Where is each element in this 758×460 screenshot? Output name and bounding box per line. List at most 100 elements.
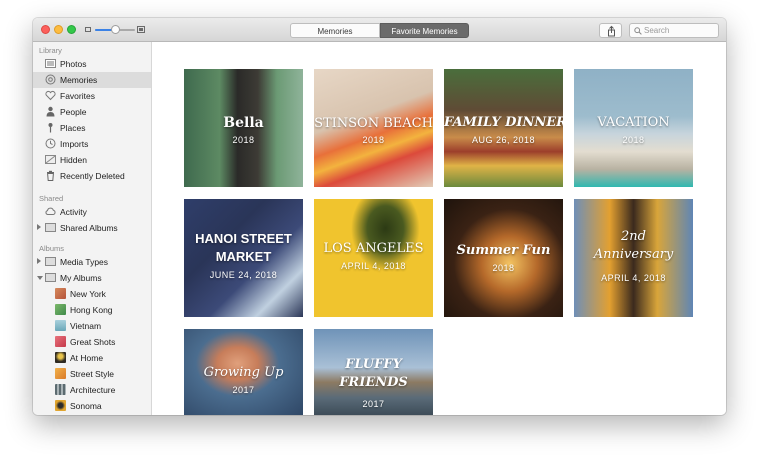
memory-card-summer-fun[interactable]: Summer Fun 2018 [444,199,563,317]
memory-card-growing-up[interactable]: Growing Up 2017 [184,329,303,415]
minimize-button[interactable] [54,25,63,34]
sidebar-item-label: New York [70,289,106,299]
memory-card-stinson-beach[interactable]: STINSON BEACH 2018 [314,69,433,187]
memory-title-line2: MARKET [215,249,272,264]
pin-icon [48,123,53,133]
person-icon [46,106,55,117]
memory-card-hanoi-street-market[interactable]: HANOI STREET MARKET JUNE 24, 2018 [184,199,303,317]
album-thumbnail [55,304,66,315]
hidden-icon [45,155,56,164]
sidebar-item-label: Great Shots [70,337,116,347]
sidebar-item-favorites[interactable]: Favorites [33,88,151,104]
memory-title: FLUFFY [345,357,402,372]
memory-card-vacation[interactable]: VACATION 2018 [574,69,693,187]
album-thumbnail [55,384,66,395]
photos-window: Memories Favorite Memories Library Photo… [33,18,726,415]
memory-card-family-dinner[interactable]: FAMILY DINNER AUG 26, 2018 [444,69,563,187]
memory-title-line2: Anniversary [593,247,674,262]
memory-title: STINSON BEACH [314,116,433,131]
fullscreen-button[interactable] [67,25,76,34]
sidebar-item-architecture[interactable]: Architecture [33,382,151,398]
zoom-slider-knob[interactable] [111,25,120,34]
zoom-in-icon[interactable] [137,26,145,33]
sidebar-item-shared-albums[interactable]: Shared Albums [33,220,151,236]
memory-date: JUNE 24, 2018 [209,270,278,280]
album-thumbnail [55,400,66,411]
sidebar-item-street-style[interactable]: Street Style [33,366,151,382]
tab-favorite-memories[interactable]: Favorite Memories [380,23,469,38]
album-thumbnail [55,352,66,363]
sidebar-item-label: Memories [60,75,98,85]
sidebar-item-label: Street Style [70,369,114,379]
sidebar-item-new-york[interactable]: New York [33,286,151,302]
memory-title: Bella [223,115,264,131]
clock-icon [45,138,56,149]
sidebar-item-people[interactable]: People [33,104,151,120]
sidebar-item-label: Recently Deleted [60,171,125,181]
sidebar-item-hidden[interactable]: Hidden [33,152,151,168]
sidebar-item-label: Activity [60,207,87,217]
sidebar-item-label: Vietnam [70,321,102,331]
sidebar: Library Photos Memories Favorites People… [33,42,152,415]
photos-icon [45,59,56,68]
close-button[interactable] [41,25,50,34]
memory-title: VACATION [597,115,670,130]
sidebar-item-label: Places [60,123,86,133]
disclosure-triangle[interactable] [37,224,41,230]
disclosure-triangle[interactable] [37,258,41,264]
sidebar-item-label: Imports [60,139,89,149]
memory-date: 2018 [362,135,385,145]
sidebar-item-label: Media Types [60,257,109,267]
search-input[interactable] [644,24,716,37]
memory-date: APRIL 4, 2018 [341,261,406,271]
section-header-albums: Albums [39,244,65,253]
memory-date: 2017 [362,399,385,409]
memory-date: APRIL 4, 2018 [601,273,666,283]
sidebar-item-label: Favorites [60,91,95,101]
sidebar-item-media-types[interactable]: Media Types [33,254,151,270]
sidebar-item-great-shots[interactable]: Great Shots [33,334,151,350]
memories-grid: Bella 2018 STINSON BEACH 2018 FAMILY DIN… [152,42,726,415]
memory-card-los-angeles[interactable]: LOS ANGELES APRIL 4, 2018 [314,199,433,317]
sidebar-item-vietnam[interactable]: Vietnam [33,318,151,334]
zoom-out-icon[interactable] [85,27,91,32]
sidebar-item-label: My Albums [60,273,102,283]
sidebar-item-at-home[interactable]: At Home [33,350,151,366]
sidebar-item-sonoma[interactable]: Sonoma [33,398,151,414]
album-thumbnail [55,288,66,299]
sidebar-item-activity[interactable]: Activity [33,204,151,220]
memory-title: HANOI STREET [195,231,292,246]
sidebar-item-label: Architecture [70,385,116,395]
sidebar-item-label: Sonoma [70,401,102,411]
memory-date: 2018 [622,135,645,145]
memory-title: Growing Up [203,365,284,380]
sidebar-item-places[interactable]: Places [33,120,151,136]
memory-title: LOS ANGELES [323,241,424,256]
sidebar-item-memories[interactable]: Memories [33,72,151,88]
sidebar-item-imports[interactable]: Imports [33,136,151,152]
disclosure-triangle[interactable] [37,276,43,280]
sidebar-item-photos[interactable]: Photos [33,56,151,72]
tab-memories[interactable]: Memories [290,23,380,38]
memory-date: 2018 [232,135,255,145]
share-button[interactable] [599,23,622,38]
sidebar-item-label: People [60,107,87,117]
search-field[interactable] [629,23,719,38]
memory-date: 2018 [492,263,515,273]
memory-title-line2: FRIENDS [339,375,408,390]
memory-title: 2nd [621,229,646,244]
memory-title: FAMILY DINNER [444,115,563,130]
sidebar-item-hong-kong[interactable]: Hong Kong [33,302,151,318]
memory-card-fluffy-friends[interactable]: FLUFFY FRIENDS 2017 [314,329,433,415]
memory-card-bella[interactable]: Bella 2018 [184,69,303,187]
sidebar-item-recently-deleted[interactable]: Recently Deleted [33,168,151,184]
album-thumbnail [55,368,66,379]
memory-title: Summer Fun [456,243,551,258]
sidebar-item-label: At Home [70,353,104,363]
memory-date: AUG 26, 2018 [471,135,536,145]
cloud-icon [45,207,56,215]
toolbar: Memories Favorite Memories [33,18,726,42]
memory-card-2nd-anniversary[interactable]: 2nd Anniversary APRIL 4, 2018 [574,199,693,317]
sidebar-item-my-albums[interactable]: My Albums [33,270,151,286]
sidebar-item-label: Hong Kong [70,305,113,315]
